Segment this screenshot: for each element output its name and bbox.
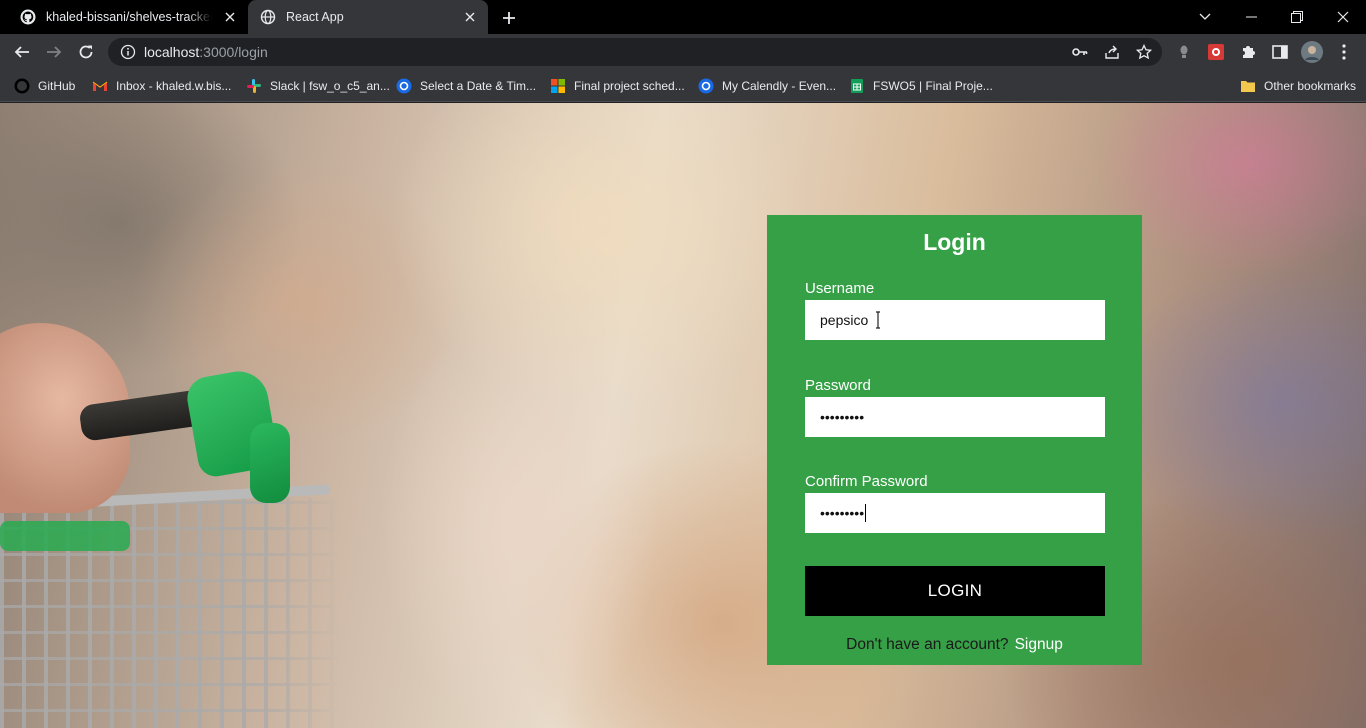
cart-green-grip-lower-image [250,423,290,503]
back-arrow-icon[interactable] [8,38,36,66]
shopping-cart-green-trim-image [0,521,130,551]
bookmark-fswo5-final-project[interactable]: FSWO5 | Final Proje... [849,76,993,96]
browser-toolbar: localhost:3000/login [0,34,1366,70]
tab-github[interactable]: khaled-bissani/shelves-tracker at [8,0,248,34]
username-value: pepsico [820,312,869,328]
slack-icon [247,79,261,93]
key-icon[interactable] [1068,40,1092,64]
tab-close-icon[interactable] [222,9,238,25]
reload-icon[interactable] [72,38,100,66]
bookmark-slack[interactable]: Slack | fsw_o_c5_an... [246,76,390,96]
username-label: Username [805,280,875,297]
password-value: ••••••••• [820,409,865,425]
tab-search-chevron-down-icon[interactable] [1182,0,1228,34]
sheets-icon [851,79,863,93]
new-tab-plus-icon[interactable] [498,7,520,29]
calendly-icon [698,78,714,94]
bookmark-my-calendly[interactable]: My Calendly - Even... [698,76,836,96]
url-text: localhost:3000/login [144,44,268,60]
restore-icon[interactable] [1274,0,1320,34]
signup-row: Don't have an account? Signup [767,636,1142,654]
tab-title: khaled-bissani/shelves-tracker at [46,10,212,24]
username-input[interactable]: pepsico [805,300,1105,340]
minimize-icon[interactable] [1228,0,1274,34]
login-title: Login [923,229,986,255]
github-icon [20,9,36,25]
bookmark-other-bookmarks[interactable]: Other bookmarks [1240,76,1356,96]
extension-bulb-icon[interactable] [1172,40,1196,64]
tab-strip: khaled-bissani/shelves-tracker at React … [0,0,1366,34]
bookmark-star-icon[interactable] [1132,40,1156,64]
confirm-password-value: ••••••••• [820,505,865,521]
page-background [0,103,1366,728]
tab-close-icon[interactable] [462,9,478,25]
forward-arrow-icon[interactable] [40,38,68,66]
github-icon [14,78,30,94]
signup-prompt: Don't have an account? [846,636,1009,653]
gmail-icon [92,81,108,91]
globe-icon [260,9,276,25]
password-input[interactable]: ••••••••• [805,397,1105,437]
tab-title: React App [286,10,344,24]
share-icon[interactable] [1100,40,1124,64]
side-panel-icon[interactable] [1268,40,1292,64]
confirm-password-label: Confirm Password [805,473,928,490]
password-label: Password [805,377,871,394]
extension-red-icon[interactable] [1204,40,1228,64]
bookmark-gmail[interactable]: Inbox - khaled.w.bis... [92,76,231,96]
profile-avatar[interactable] [1300,40,1324,64]
window-close-icon[interactable] [1320,0,1366,34]
calendly-icon [396,78,412,94]
text-caret [865,504,867,522]
confirm-password-input[interactable]: ••••••••• [805,493,1105,533]
bookmark-final-project-schedule[interactable]: Final project sched... [550,76,685,96]
tab-react-app[interactable]: React App [248,0,488,34]
site-info-icon[interactable] [120,44,136,60]
login-button[interactable]: LOGIN [805,566,1105,616]
text-cursor-ibeam-icon [876,311,880,329]
folder-icon [1241,81,1255,92]
signup-link[interactable]: Signup [1015,636,1063,653]
bookmark-calendly-select[interactable]: Select a Date & Tim... [396,76,536,96]
bookmark-github[interactable]: GitHub [14,76,75,96]
extensions-puzzle-icon[interactable] [1236,40,1260,64]
microsoft-icon [551,79,565,93]
bookmarks-bar: GitHub Inbox - khaled.w.bis... Slack | f… [0,70,1366,102]
more-menu-icon[interactable] [1332,40,1356,64]
address-bar[interactable]: localhost:3000/login [108,38,1162,66]
